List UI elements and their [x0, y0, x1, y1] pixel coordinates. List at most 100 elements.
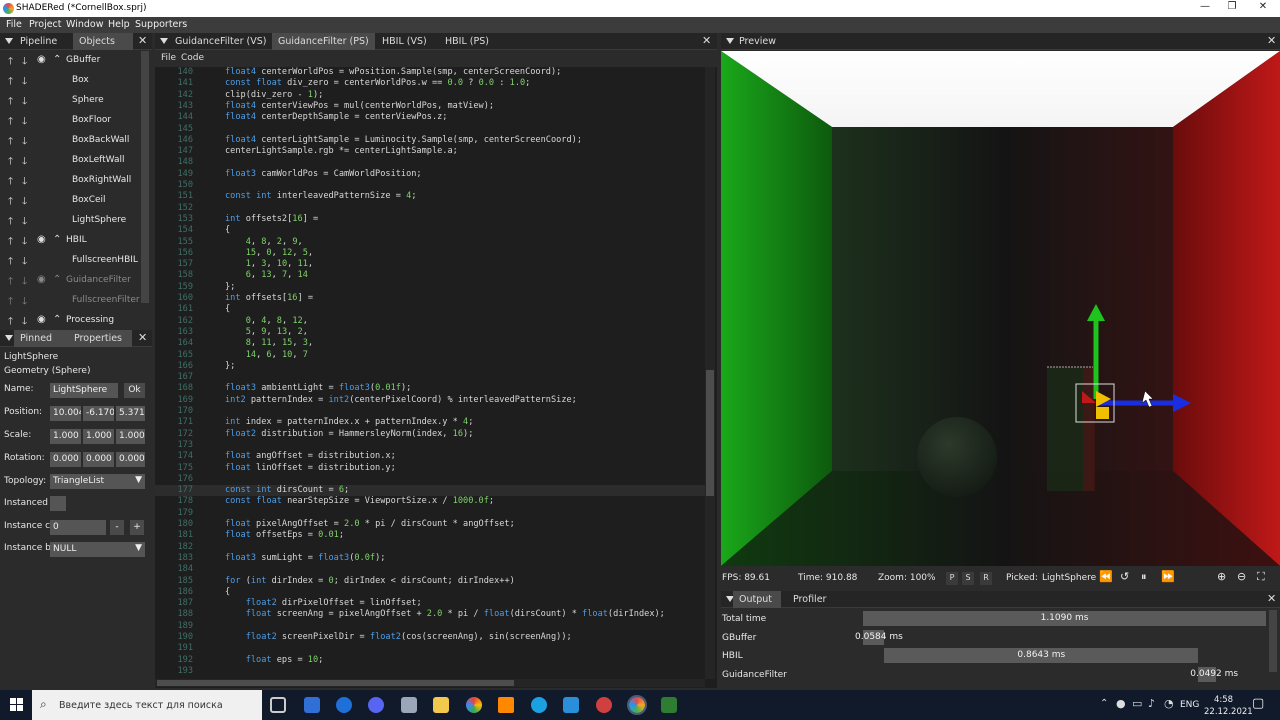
code-line[interactable]: 175 float linOffset = distribution.y; [155, 463, 705, 474]
close-panel-icon[interactable]: ✕ [138, 34, 147, 47]
code-line[interactable]: 190 float2 screenPixelDir = float2(cos(s… [155, 632, 705, 643]
profiler-scrollbar[interactable] [1269, 610, 1277, 672]
tab-guidancefilter-ps[interactable]: GuidanceFilter (PS) [272, 33, 375, 50]
code-line[interactable]: 180 float pixelAngOffset = 2.0 * pi / dir… [155, 519, 705, 530]
code-line[interactable]: 154 { [155, 225, 705, 236]
code-line[interactable]: 144 float4 centerDepthSample = centerView… [155, 112, 705, 123]
rewind-icon[interactable]: ⏪ [1099, 570, 1113, 583]
instance-buffer-select[interactable]: NULL ▼ [50, 542, 145, 557]
windows-start-icon[interactable] [10, 698, 24, 712]
code-line[interactable]: 165 14, 6, 10, 7 [155, 350, 705, 361]
taskbar-search[interactable]: ⌕ Введите здесь текст для поиска [32, 690, 262, 720]
move-up-icon[interactable]: 🡑 [8, 214, 13, 231]
pipeline-item[interactable]: 🡑 🡓 Sphere [0, 91, 140, 111]
code-line[interactable]: 179 [155, 508, 705, 519]
menu-supporters[interactable]: Supporters [135, 19, 187, 30]
app-icon-green[interactable] [661, 697, 677, 713]
code-line[interactable]: 141 const float div_zero = centerWorldPos… [155, 78, 705, 89]
file-explorer-icon[interactable] [433, 697, 449, 713]
topology-select[interactable]: TriangleList ▼ [50, 474, 145, 489]
code-line[interactable]: 155 4, 8, 2, 9, [155, 237, 705, 248]
visibility-eye-icon[interactable]: ◉ [37, 54, 46, 65]
tray-chevron-icon[interactable]: ⌃ [1100, 698, 1108, 709]
clock-date[interactable]: 22.12.2021 [1204, 707, 1253, 717]
tab-properties[interactable]: Properties [68, 330, 132, 347]
code-line[interactable]: 173 [155, 440, 705, 451]
fullscreen-icon[interactable]: ⛶ [1257, 570, 1265, 584]
chrome-app-icon[interactable] [466, 697, 482, 713]
pipeline-item[interactable]: 🡑 🡓 BoxLeftWall [0, 151, 140, 171]
name-field[interactable]: LightSphere [50, 383, 118, 398]
zoom-out-icon[interactable]: ⊖ [1237, 570, 1246, 583]
move-down-icon[interactable]: 🡓 [22, 94, 27, 111]
menu-project[interactable]: Project [29, 19, 62, 30]
code-line[interactable]: 174 float angOffset = distribution.x; [155, 451, 705, 462]
code-editor[interactable]: File Code 140 float4 centerWorldPos = wPo… [155, 51, 717, 688]
code-line[interactable]: 142 clip(div_zero - 1); [155, 90, 705, 101]
move-down-icon[interactable]: 🡓 [22, 114, 27, 131]
move-down-icon[interactable]: 🡓 [22, 194, 27, 211]
rebuild-button[interactable]: R [980, 572, 992, 585]
code-line[interactable]: 150 [155, 180, 705, 191]
code-line[interactable]: 188 float screenAng = pixelAngOffset + 2… [155, 609, 705, 620]
move-down-icon[interactable]: 🡓 [22, 274, 27, 291]
move-up-icon[interactable]: 🡑 [8, 54, 13, 71]
move-up-icon[interactable]: 🡑 [8, 314, 13, 328]
scale-y-field[interactable]: 1.000 [83, 429, 114, 444]
fast-forward-icon[interactable]: ⏩ [1161, 570, 1175, 583]
code-line[interactable]: 193 [155, 666, 705, 677]
move-down-icon[interactable]: 🡓 [22, 294, 27, 311]
code-line[interactable]: 143 float4 centerViewPos = mul(centerWorl… [155, 101, 705, 112]
move-down-icon[interactable]: 🡓 [22, 134, 27, 151]
code-line[interactable]: 145 [155, 124, 705, 135]
app-icon-monitor[interactable] [563, 697, 579, 713]
code-line[interactable]: 148 [155, 157, 705, 168]
ok-button[interactable]: Ok [124, 383, 145, 398]
move-down-icon[interactable]: 🡓 [22, 214, 27, 231]
app-icon-gray[interactable] [401, 697, 417, 713]
pipeline-item[interactable]: 🡑 🡓 FullscreenHBIL [0, 251, 140, 271]
tab-output[interactable]: Output [733, 591, 781, 608]
scale-z-field[interactable]: 1.000 [116, 429, 145, 444]
app-icon-blue[interactable] [336, 697, 352, 713]
move-up-icon[interactable]: 🡑 [8, 274, 13, 291]
code-line[interactable]: 167 [155, 372, 705, 383]
increment-button[interactable]: + [130, 520, 144, 535]
code-line[interactable]: 189 [155, 621, 705, 632]
task-view-icon[interactable] [270, 697, 286, 713]
move-down-icon[interactable]: 🡓 [22, 54, 27, 71]
move-up-icon[interactable]: 🡑 [8, 194, 13, 211]
move-up-icon[interactable]: 🡑 [8, 174, 13, 191]
pipeline-item[interactable]: 🡑 🡓 ◉ ⌃ GBuffer [0, 51, 140, 71]
collapse-chevron-icon[interactable]: ⌃ [53, 54, 61, 65]
tab-preview[interactable]: Preview [733, 33, 782, 50]
calculator-app-icon[interactable] [304, 697, 320, 713]
scale-x-field[interactable]: 1.000 [50, 429, 81, 444]
move-down-icon[interactable]: 🡓 [22, 234, 27, 251]
pipeline-item[interactable]: 🡑 🡓 ◉ ⌃ HBIL [0, 231, 140, 251]
clock-time[interactable]: 4:58 [1214, 695, 1233, 705]
code-line[interactable]: 176 [155, 474, 705, 485]
close-panel-icon[interactable]: ✕ [1267, 592, 1276, 605]
scroll-thumb[interactable] [157, 680, 514, 686]
code-line[interactable]: 183 float3 sumLight = float3(0.0f); [155, 553, 705, 564]
code-line[interactable]: 186 { [155, 587, 705, 598]
code-line[interactable]: 171 int index = patternIndex.x + patternI… [155, 417, 705, 428]
stats-button[interactable]: S [962, 572, 974, 585]
collapse-icon[interactable] [5, 335, 13, 341]
position-y-field[interactable]: -6.170 [83, 406, 114, 421]
collapse-icon[interactable] [5, 38, 13, 44]
maximize-button[interactable]: ❐ [1222, 1, 1242, 12]
edge-app-icon[interactable] [531, 697, 547, 713]
close-panel-icon[interactable]: ✕ [702, 34, 711, 47]
instance-count-field[interactable]: 0 [50, 520, 106, 535]
notifications-icon[interactable]: ▢ [1252, 696, 1264, 711]
code-line[interactable]: 178 const float nearStepSize = ViewportSi… [155, 496, 705, 507]
pipeline-item[interactable]: 🡑 🡓 LightSphere [0, 211, 140, 231]
code-line[interactable]: 170 [155, 406, 705, 417]
collapse-icon[interactable] [160, 38, 168, 44]
code-line[interactable]: 158 6, 13, 7, 14 [155, 270, 705, 281]
code-line[interactable]: 184 [155, 564, 705, 575]
code-line[interactable]: 162 0, 4, 8, 12, [155, 316, 705, 327]
rotation-y-field[interactable]: 0.000 [83, 452, 114, 467]
